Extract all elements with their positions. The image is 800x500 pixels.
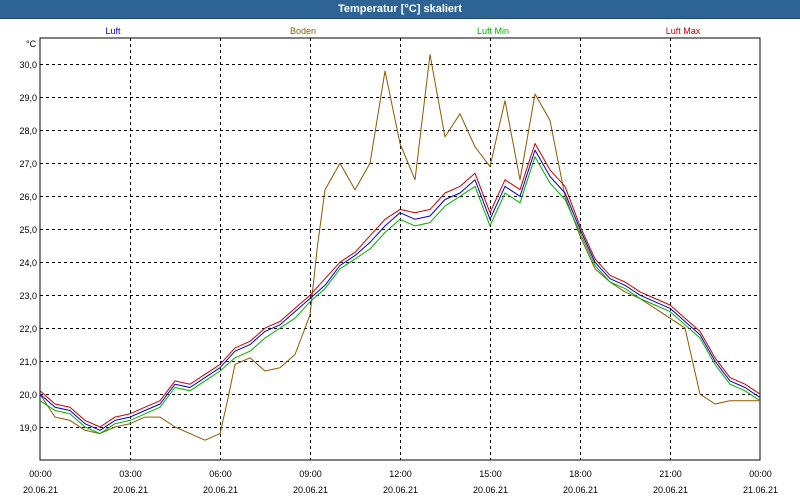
x-tick-time-label: 09:00: [299, 469, 322, 479]
x-tick-date-label: 20.06.21: [383, 485, 418, 495]
x-tick-time-label: 12:00: [389, 469, 412, 479]
y-tick-label: 28,0: [19, 126, 37, 136]
x-tick-date-label: 20.06.21: [23, 485, 58, 495]
legend-entry-boden: Boden: [290, 26, 316, 36]
y-tick-label: 30,0: [19, 60, 37, 70]
x-tick-date-label: 20.06.21: [473, 485, 508, 495]
x-tick-date-label: 20.06.21: [653, 485, 688, 495]
x-tick-time-label: 18:00: [569, 469, 592, 479]
y-tick-label: 29,0: [19, 93, 37, 103]
y-tick-label: 27,0: [19, 159, 37, 169]
y-tick-label: 20,0: [19, 390, 37, 400]
y-axis-unit-label: °C: [26, 39, 37, 49]
x-tick-date-label: 20.06.21: [293, 485, 328, 495]
y-tick-label: 26,0: [19, 192, 37, 202]
y-tick-label: 23,0: [19, 291, 37, 301]
x-tick-date-label: 20.06.21: [563, 485, 598, 495]
y-tick-label: 19,0: [19, 423, 37, 433]
y-tick-label: 24,0: [19, 258, 37, 268]
legend-entry-luft-max: Luft Max: [666, 26, 701, 36]
y-tick-label: 25,0: [19, 225, 37, 235]
x-tick-date-label: 20.06.21: [113, 485, 148, 495]
temperature-chart: 19,0 20,0 21,0 22,0 23,0 24,0 25,0 26,0 27,0 28,0…: [19, 26, 778, 495]
legend-entry-luft: Luft: [105, 26, 121, 36]
x-tick-date-label: 21.06.21: [743, 485, 778, 495]
x-tick-time-label: 15:00: [479, 469, 502, 479]
y-tick-label: 21,0: [19, 357, 37, 367]
legend-entry-luft-min: Luft Min: [477, 26, 509, 36]
x-tick-time-label: 06:00: [209, 469, 232, 479]
y-tick-label: 22,0: [19, 324, 37, 334]
x-tick-time-label: 00:00: [29, 469, 52, 479]
x-tick-time-label: 21:00: [659, 469, 682, 479]
x-tick-time-label: 00:00: [749, 469, 772, 479]
x-tick-time-label: 03:00: [119, 469, 142, 479]
x-tick-date-label: 20.06.21: [203, 485, 238, 495]
